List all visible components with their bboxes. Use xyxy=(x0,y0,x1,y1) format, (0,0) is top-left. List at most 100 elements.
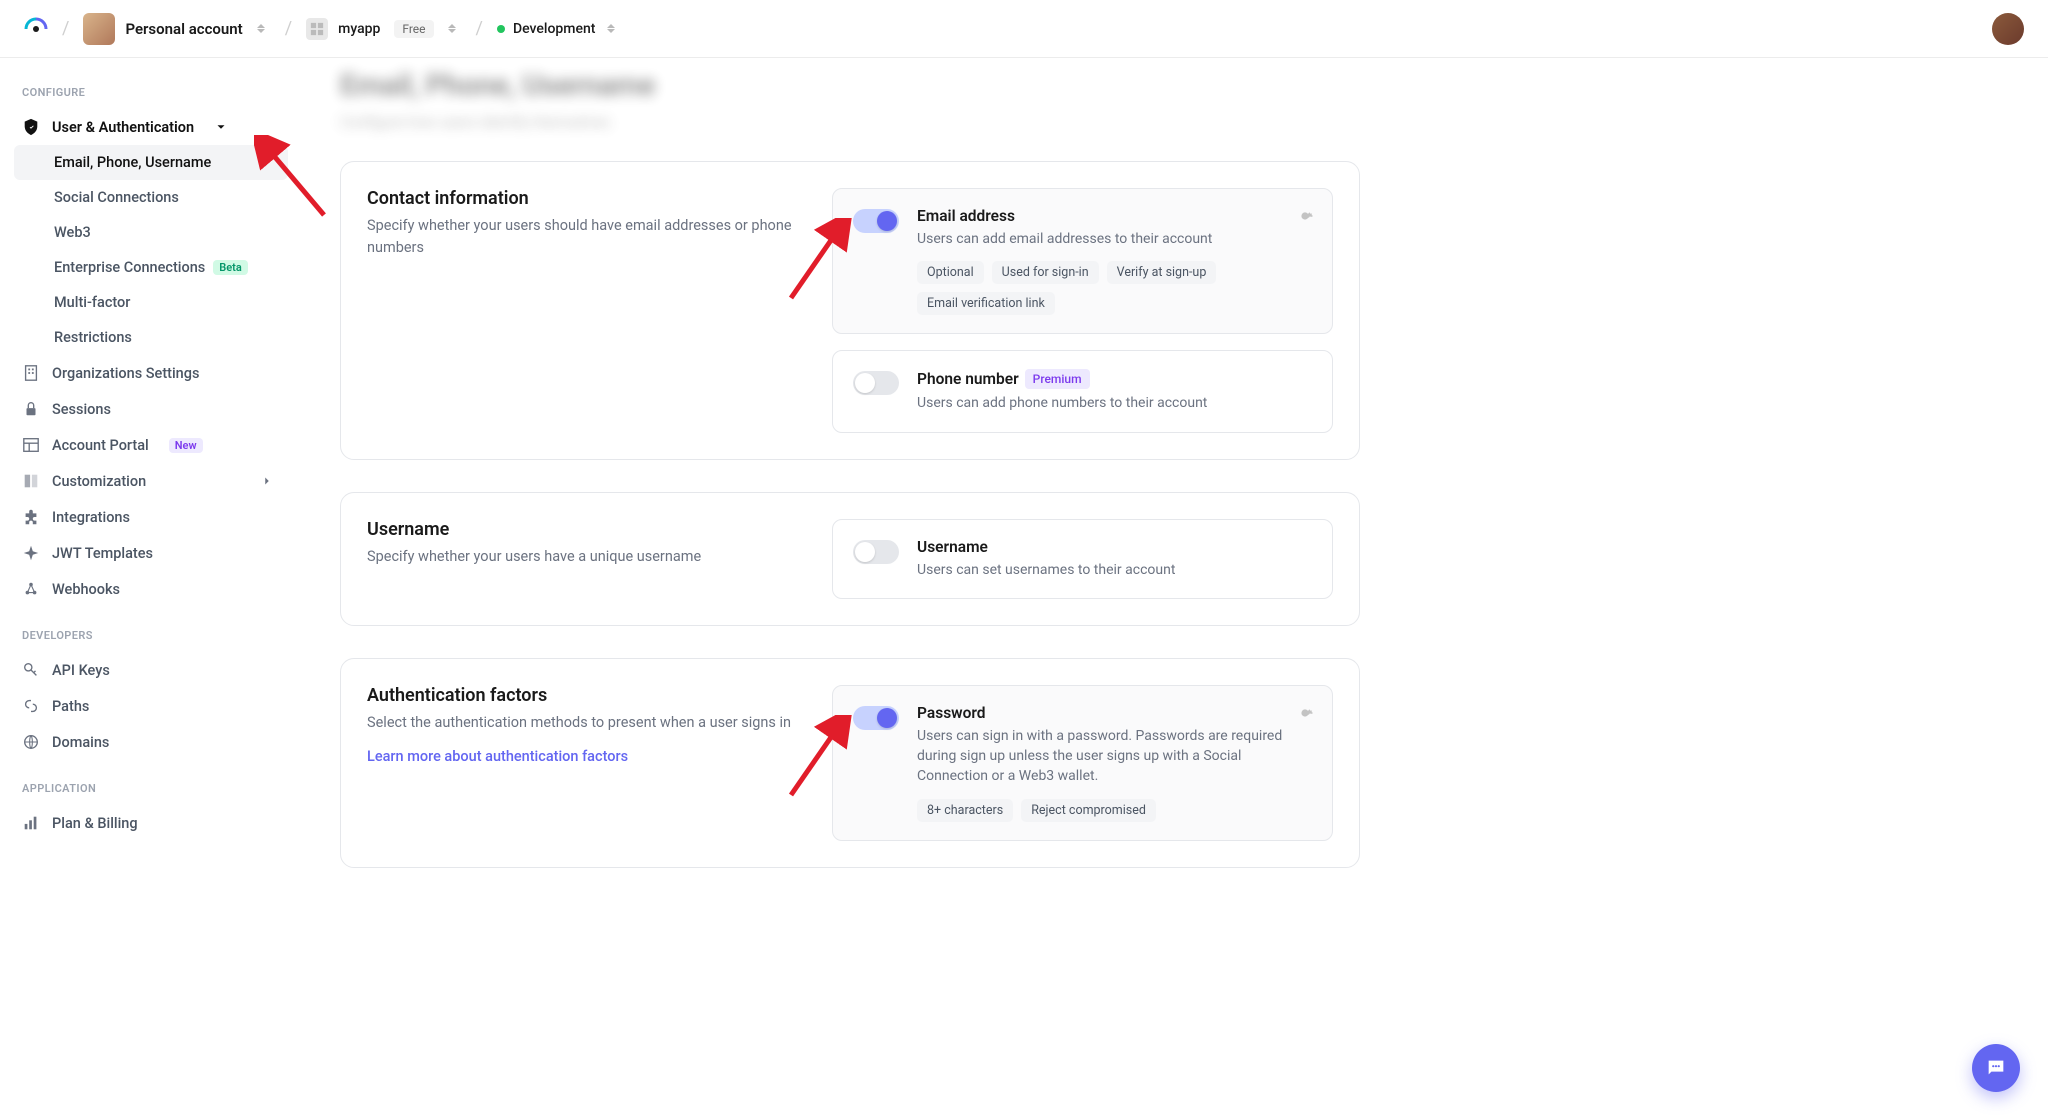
nav-jwt[interactable]: JWT Templates xyxy=(12,535,288,571)
separator: / xyxy=(62,18,69,39)
webhook-icon xyxy=(22,580,40,598)
option-password: Password Users can sign in with a passwo… xyxy=(832,685,1333,841)
chart-icon xyxy=(22,814,40,832)
shield-check-icon xyxy=(22,118,40,136)
nav-user-auth-subitems: Email, Phone, Username Social Connection… xyxy=(14,145,288,355)
toggle-password[interactable] xyxy=(853,706,899,730)
toggle-email[interactable] xyxy=(853,209,899,233)
nav-sessions[interactable]: Sessions xyxy=(12,391,288,427)
new-badge: New xyxy=(169,438,203,453)
card-title: Authentication factors xyxy=(367,685,792,706)
option-pills: 8+ characters Reject compromised xyxy=(917,799,1312,822)
app-picker[interactable]: myapp Free xyxy=(306,18,461,40)
link-icon xyxy=(22,697,40,715)
nav-label: Plan & Billing xyxy=(52,815,138,832)
option-desc: Users can sign in with a password. Passw… xyxy=(917,726,1312,787)
subnav-restrictions[interactable]: Restrictions xyxy=(14,320,288,355)
key-icon xyxy=(22,661,40,679)
premium-badge: Premium xyxy=(1025,369,1090,389)
nav-portal[interactable]: Account Portal New xyxy=(12,427,288,463)
sparkle-icon xyxy=(22,544,40,562)
nav-paths[interactable]: Paths xyxy=(12,688,288,724)
subnav-enterprise[interactable]: Enterprise ConnectionsBeta xyxy=(14,250,288,285)
nav-label: Webhooks xyxy=(52,581,120,598)
subnav-mfa[interactable]: Multi-factor xyxy=(14,285,288,320)
option-desc: Users can add email addresses to their a… xyxy=(917,229,1312,249)
plan-badge: Free xyxy=(394,20,433,38)
nav-label: Domains xyxy=(52,734,109,751)
toggle-phone[interactable] xyxy=(853,371,899,395)
nav-customization[interactable]: Customization xyxy=(12,463,288,499)
account-picker[interactable]: Personal account xyxy=(83,13,270,45)
option-desc: Users can add phone numbers to their acc… xyxy=(917,393,1312,413)
pill: Email verification link xyxy=(917,292,1055,315)
nav-domains[interactable]: Domains xyxy=(12,724,288,760)
option-title: Password xyxy=(917,704,1312,722)
learn-more-link[interactable]: Learn more about authentication factors xyxy=(367,748,628,765)
globe-icon xyxy=(22,733,40,751)
card-description: Select the authentication methods to pre… xyxy=(367,712,792,734)
card-auth-factors: Authentication factors Select the authen… xyxy=(340,658,1360,868)
pill: 8+ characters xyxy=(917,799,1013,822)
option-title: Username xyxy=(917,538,1312,556)
chevron-down-icon xyxy=(212,118,230,136)
topbar-left: / Personal account / myapp Free / Develo… xyxy=(24,13,621,45)
app-icon xyxy=(306,18,328,40)
nav-api-keys[interactable]: API Keys xyxy=(12,652,288,688)
nav-label: Organizations Settings xyxy=(52,365,199,382)
user-avatar[interactable] xyxy=(1992,13,2024,45)
sidebar-section-application: APPLICATION xyxy=(12,772,288,805)
nav-user-auth[interactable]: User & Authentication xyxy=(12,109,288,145)
nav-integrations[interactable]: Integrations xyxy=(12,499,288,535)
toggle-username[interactable] xyxy=(853,540,899,564)
option-phone-number: Phone numberPremium Users can add phone … xyxy=(832,350,1333,432)
separator: / xyxy=(285,18,292,39)
option-email-address: Email address Users can add email addres… xyxy=(832,188,1333,334)
card-title: Contact information xyxy=(367,188,792,209)
chat-fab[interactable] xyxy=(1972,1044,2020,1092)
pill: Reject compromised xyxy=(1021,799,1156,822)
option-username: Username Users can set usernames to thei… xyxy=(832,519,1333,599)
sidebar-section-configure: CONFIGURE xyxy=(12,76,288,109)
option-title: Email address xyxy=(917,207,1312,225)
nav-plan-billing[interactable]: Plan & Billing xyxy=(12,805,288,841)
subnav-email-phone-username[interactable]: Email, Phone, Username xyxy=(14,145,288,180)
beta-badge: Beta xyxy=(213,260,248,275)
nav-label: Account Portal xyxy=(52,437,149,454)
card-description: Specify whether your users should have e… xyxy=(367,215,792,259)
puzzle-icon xyxy=(22,508,40,526)
card-description: Specify whether your users have a unique… xyxy=(367,546,792,568)
env-status-dot xyxy=(497,25,505,33)
updown-icon xyxy=(607,22,621,36)
nav-orgs[interactable]: Organizations Settings xyxy=(12,355,288,391)
chevron-right-icon xyxy=(258,472,276,490)
card-title: Username xyxy=(367,519,792,540)
app-name: myapp xyxy=(338,21,380,37)
topbar: / Personal account / myapp Free / Develo… xyxy=(0,0,2048,58)
layout-icon xyxy=(22,436,40,454)
pill: Used for sign-in xyxy=(992,261,1099,284)
nav-label: User & Authentication xyxy=(52,119,194,136)
building-icon xyxy=(22,364,40,382)
subnav-web3[interactable]: Web3 xyxy=(14,215,288,250)
account-avatar xyxy=(83,13,115,45)
pill: Verify at sign-up xyxy=(1107,261,1217,284)
clerk-logo[interactable] xyxy=(24,17,48,41)
subnav-social[interactable]: Social Connections xyxy=(14,180,288,215)
nav-label: Sessions xyxy=(52,401,111,418)
nav-webhooks[interactable]: Webhooks xyxy=(12,571,288,607)
gear-icon[interactable] xyxy=(1296,704,1314,726)
gear-icon[interactable] xyxy=(1296,207,1314,229)
lock-icon xyxy=(22,400,40,418)
separator: / xyxy=(476,18,483,39)
card-contact-info: Contact information Specify whether your… xyxy=(340,161,1360,460)
env-name: Development xyxy=(513,21,595,37)
nav-label: API Keys xyxy=(52,662,110,679)
option-desc: Users can set usernames to their account xyxy=(917,560,1312,580)
nav-label: Paths xyxy=(52,698,89,715)
nav-label: Integrations xyxy=(52,509,130,526)
card-username: Username Specify whether your users have… xyxy=(340,492,1360,626)
updown-icon xyxy=(448,22,462,36)
nav-label: Customization xyxy=(52,473,146,490)
environment-picker[interactable]: Development xyxy=(497,21,621,37)
